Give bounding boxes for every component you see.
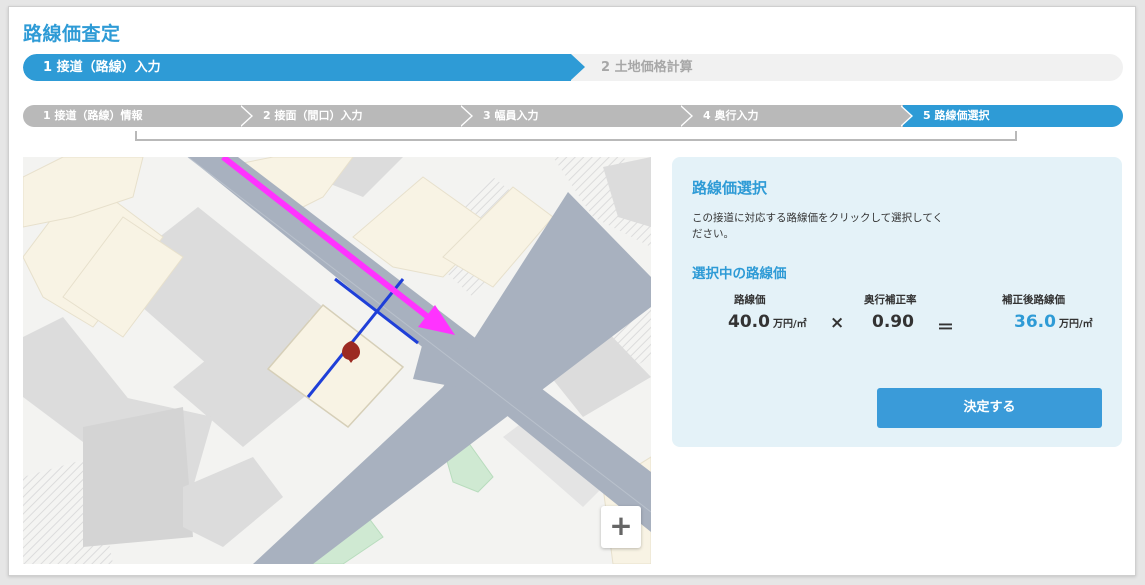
main-step-2[interactable]: 2 土地価格計算 <box>601 54 693 81</box>
map-view[interactable]: + <box>23 157 651 564</box>
building <box>83 407 193 547</box>
panel-description: この接道に対応する路線価をクリックして選択してください。 <box>692 212 944 240</box>
adjusted-price-value: 36.0 <box>1014 312 1056 332</box>
map-canvas[interactable] <box>23 157 651 564</box>
equals-sign: ＝ <box>937 318 954 338</box>
route-price-unit: 万円/㎡ <box>772 319 807 330</box>
step-separator <box>459 105 471 127</box>
adjusted-price-value-row: 36.0 万円/㎡ <box>1014 312 1093 336</box>
route-price-panel: 路線価選択 この接道に対応する路線価をクリックして選択してください。 選択中の路… <box>672 157 1122 447</box>
route-price-value-row: 40.0 万円/㎡ <box>728 312 807 336</box>
sub-step-1[interactable]: 1 接道（路線）情報 <box>23 105 243 127</box>
app-window: 路線価査定 1 接道（路線）入力 2 土地価格計算 1 接道（路線）情報 2 接… <box>8 6 1136 576</box>
decide-button[interactable]: 決定する <box>877 388 1102 428</box>
step-separator <box>679 105 691 127</box>
sub-step-5[interactable]: 5 路線価選択 <box>903 105 1123 127</box>
step-separator <box>239 105 251 127</box>
step-separator <box>899 105 911 127</box>
main-step-1[interactable]: 1 接道（路線）入力 <box>23 54 571 81</box>
zoom-in-button[interactable]: + <box>601 506 641 548</box>
page-title: 路線価査定 <box>23 23 121 45</box>
route-price-value: 40.0 <box>728 312 770 332</box>
adjusted-price-unit: 万円/㎡ <box>1058 319 1093 330</box>
adjusted-price-label: 補正後路線価 <box>1002 294 1065 306</box>
route-price-label: 路線価 <box>734 294 766 306</box>
depth-rate-value-row: 0.90 <box>872 312 914 336</box>
depth-rate-value: 0.90 <box>872 312 914 332</box>
sub-steps-bracket <box>135 131 1017 141</box>
sub-step-2[interactable]: 2 接面（間口）入力 <box>243 105 463 127</box>
sub-steps: 1 接道（路線）情報 2 接面（間口）入力 3 幅員入力 4 奥行入力 5 路線… <box>23 105 1123 127</box>
main-steps: 1 接道（路線）入力 2 土地価格計算 <box>23 54 1123 81</box>
panel-title: 路線価選択 <box>692 179 768 197</box>
sub-step-4[interactable]: 4 奥行入力 <box>683 105 903 127</box>
multiply-sign: × <box>830 313 845 333</box>
sub-step-3[interactable]: 3 幅員入力 <box>463 105 683 127</box>
depth-rate-label: 奥行補正率 <box>864 294 917 306</box>
main-step-arrow <box>571 54 585 80</box>
current-price-title: 選択中の路線価 <box>692 266 787 282</box>
